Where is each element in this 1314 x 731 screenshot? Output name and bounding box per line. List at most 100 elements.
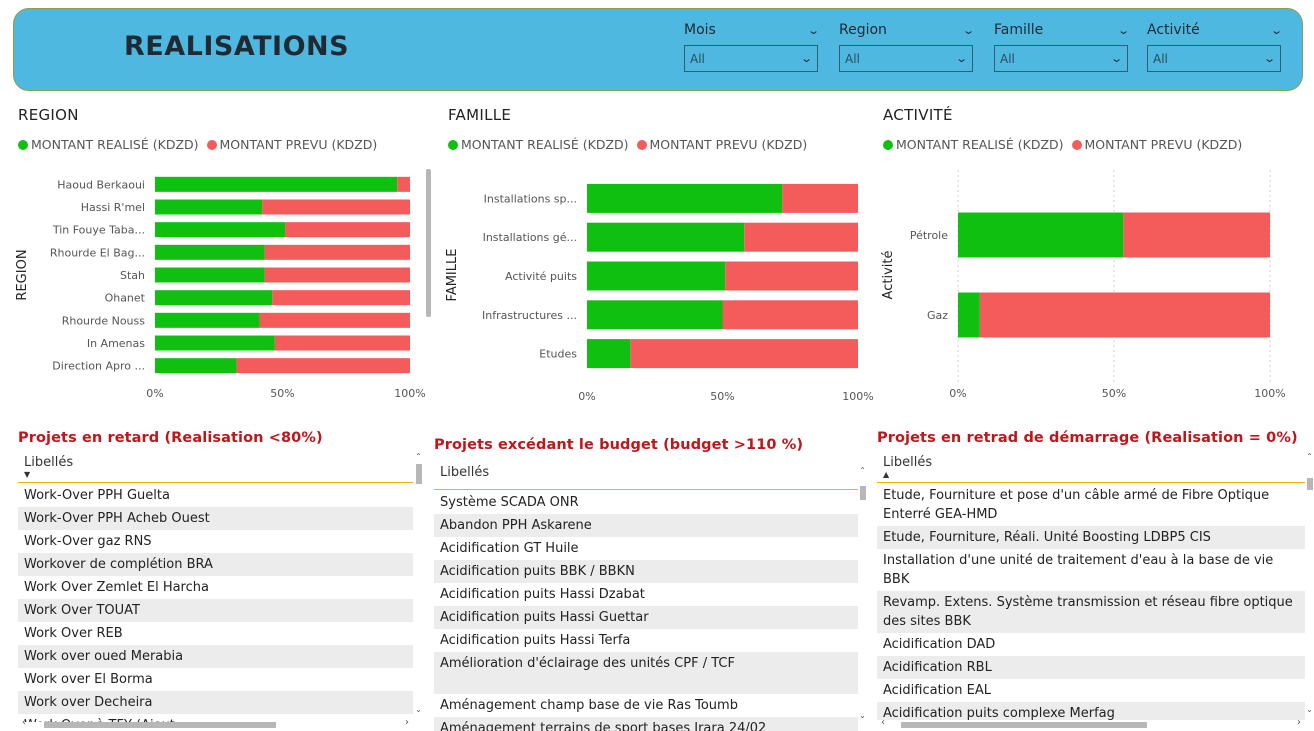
table-row[interactable]: Work over El Borma — [18, 668, 413, 691]
filter-activite[interactable]: Activité ⌄ All ⌄ — [1147, 21, 1283, 72]
table-header[interactable]: Libellés ▼ — [18, 452, 413, 483]
table-row[interactable]: Work Over REB — [18, 622, 413, 645]
table-row[interactable]: Workover de complétion BRA — [18, 553, 413, 576]
filter-select[interactable]: All ⌄ — [1147, 45, 1281, 72]
scroll-up-icon[interactable]: ⌃ — [858, 466, 867, 475]
filter-region[interactable]: Region ⌄ All ⌄ — [839, 21, 975, 72]
table-row[interactable]: Work over oued Merabia — [18, 645, 413, 668]
bar-realise[interactable] — [587, 339, 631, 369]
bar-realise[interactable] — [587, 300, 723, 330]
table-row[interactable]: Acidification RBL — [877, 656, 1305, 679]
scroll-left-icon[interactable]: ‹ — [22, 717, 26, 728]
horizontal-scrollbar[interactable]: ‹ › — [877, 717, 1305, 729]
legend-item-realise[interactable]: MONTANT REALISÉ (KDZD) — [18, 137, 199, 152]
horizontal-scrollbar[interactable]: ‹ › — [18, 717, 413, 729]
bar-realise[interactable] — [155, 358, 237, 374]
bar-realise[interactable] — [155, 267, 265, 283]
column-header-libelles[interactable]: Libellés — [24, 455, 73, 470]
scroll-up-icon[interactable]: ⌃ — [1305, 452, 1314, 461]
table-retard[interactable]: Libellés ▼ Work-Over PPH Guelta Work-Over… — [18, 452, 413, 722]
legend-item-prevu[interactable]: MONTANT PREVU (KDZD) — [206, 137, 377, 152]
vertical-scrollbar[interactable]: ⌃ ⌄ — [414, 452, 423, 714]
filter-select[interactable]: All ⌄ — [839, 45, 973, 72]
scroll-thumb[interactable] — [901, 722, 1147, 728]
bar-prevu[interactable] — [744, 222, 858, 252]
bar-prevu[interactable] — [264, 267, 410, 283]
scroll-down-icon[interactable]: ⌄ — [414, 705, 423, 714]
chevron-down-icon[interactable]: ⌄ — [962, 24, 975, 37]
scroll-down-icon[interactable]: ⌄ — [1305, 705, 1314, 714]
scroll-right-icon[interactable]: › — [405, 717, 409, 728]
table-row[interactable]: Acidification puits Hassi Dzabat — [434, 583, 858, 606]
bar-realise[interactable] — [155, 335, 275, 351]
bar-realise[interactable] — [155, 199, 263, 215]
legend-item-realise[interactable]: MONTANT REALISÉ (KDZD) — [448, 137, 629, 152]
table-demarrage[interactable]: Libellés ▲ Etude, Fourniture et pose d'u… — [877, 452, 1305, 720]
bar-realise[interactable] — [958, 292, 980, 338]
sort-asc-icon[interactable]: ▲ — [883, 471, 1305, 479]
table-row[interactable]: Amélioration d'éclairage des unités CPF … — [434, 652, 858, 694]
scroll-left-icon[interactable]: ‹ — [881, 717, 885, 728]
table-row[interactable]: Work over Decheira — [18, 691, 413, 714]
bar-realise[interactable] — [958, 212, 1124, 258]
table-row[interactable]: Acidification puits Hassi Guettar — [434, 606, 858, 629]
bar-realise[interactable] — [155, 176, 398, 192]
filter-select[interactable]: All ⌄ — [994, 45, 1128, 72]
vertical-scrollbar[interactable]: ⌃ ⌄ — [858, 466, 867, 720]
scroll-right-icon[interactable]: › — [1297, 717, 1301, 728]
bar-prevu[interactable] — [272, 290, 410, 306]
table-row[interactable]: Acidification GT Huile — [434, 537, 858, 560]
bar-prevu[interactable] — [979, 292, 1270, 338]
bar-prevu[interactable] — [722, 300, 859, 330]
table-row[interactable]: Work-Over PPH Guelta — [18, 484, 413, 507]
scroll-thumb[interactable] — [416, 464, 422, 484]
table-row[interactable]: Work Over TOUAT — [18, 599, 413, 622]
bar-realise[interactable] — [155, 312, 260, 328]
scroll-down-icon[interactable]: ⌄ — [858, 711, 867, 720]
table-row[interactable]: Work-Over gaz RNS — [18, 530, 413, 553]
table-row[interactable]: Acidification puits complexe Merfag — [877, 702, 1305, 720]
table-row[interactable]: Work-Over PPH Acheb Ouest — [18, 507, 413, 530]
filter-mois[interactable]: Mois ⌄ All ⌄ — [684, 21, 820, 72]
bar-prevu[interactable] — [397, 176, 410, 192]
bar-prevu[interactable] — [782, 183, 858, 213]
legend-item-prevu[interactable]: MONTANT PREVU (KDZD) — [1071, 137, 1242, 152]
bar-realise[interactable] — [587, 222, 745, 252]
legend-item-realise[interactable]: MONTANT REALISÉ (KDZD) — [883, 137, 1064, 152]
bar-prevu[interactable] — [262, 199, 410, 215]
table-header[interactable]: Libellés ▲ — [877, 452, 1305, 483]
bar-realise[interactable] — [155, 290, 273, 306]
table-row[interactable]: Acidification DAD — [877, 633, 1305, 656]
bar-prevu[interactable] — [285, 222, 410, 238]
bar-prevu[interactable] — [236, 358, 410, 374]
table-row[interactable]: Work Over Zemlet El Harcha — [18, 576, 413, 599]
legend-item-prevu[interactable]: MONTANT PREVU (KDZD) — [636, 137, 807, 152]
vertical-scrollbar[interactable]: ⌃ ⌄ — [1305, 452, 1314, 714]
table-row[interactable]: Système SCADA ONR — [434, 491, 858, 514]
chevron-down-icon[interactable]: ⌄ — [1117, 24, 1130, 37]
bar-realise[interactable] — [587, 261, 726, 291]
scroll-thumb[interactable] — [860, 486, 866, 500]
bar-prevu[interactable] — [259, 312, 410, 328]
bar-prevu[interactable] — [274, 335, 410, 351]
bar-realise[interactable] — [155, 222, 286, 238]
table-row[interactable]: Acidification EAL — [877, 679, 1305, 702]
table-row[interactable]: Etude, Fourniture, Réali. Unité Boosting… — [877, 526, 1305, 549]
scroll-thumb[interactable] — [1307, 478, 1313, 490]
scroll-up-icon[interactable]: ⌃ — [414, 452, 423, 461]
filter-famille[interactable]: Famille ⌄ All ⌄ — [994, 21, 1130, 72]
table-row[interactable]: Acidification puits BBK / BBKN — [434, 560, 858, 583]
table-row[interactable]: Aménagement champ base de vie Ras Toumb — [434, 694, 858, 717]
bar-prevu[interactable] — [264, 244, 410, 260]
bar-realise[interactable] — [155, 244, 265, 260]
sort-desc-icon[interactable]: ▼ — [24, 471, 413, 479]
filter-select[interactable]: All ⌄ — [684, 45, 818, 72]
table-row[interactable]: Etude, Fourniture et pose d'un câble arm… — [877, 484, 1305, 526]
column-header-libelles[interactable]: Libellés — [440, 465, 489, 480]
table-row[interactable]: Installation d'une unité de traitement d… — [877, 549, 1305, 591]
table-row[interactable]: Acidification puits Hassi Terfa — [434, 629, 858, 652]
bar-prevu[interactable] — [1123, 212, 1270, 258]
column-header-libelles[interactable]: Libellés — [883, 455, 932, 470]
bar-realise[interactable] — [587, 183, 783, 213]
table-row[interactable]: Revamp. Extens. Système transmission et … — [877, 591, 1305, 633]
